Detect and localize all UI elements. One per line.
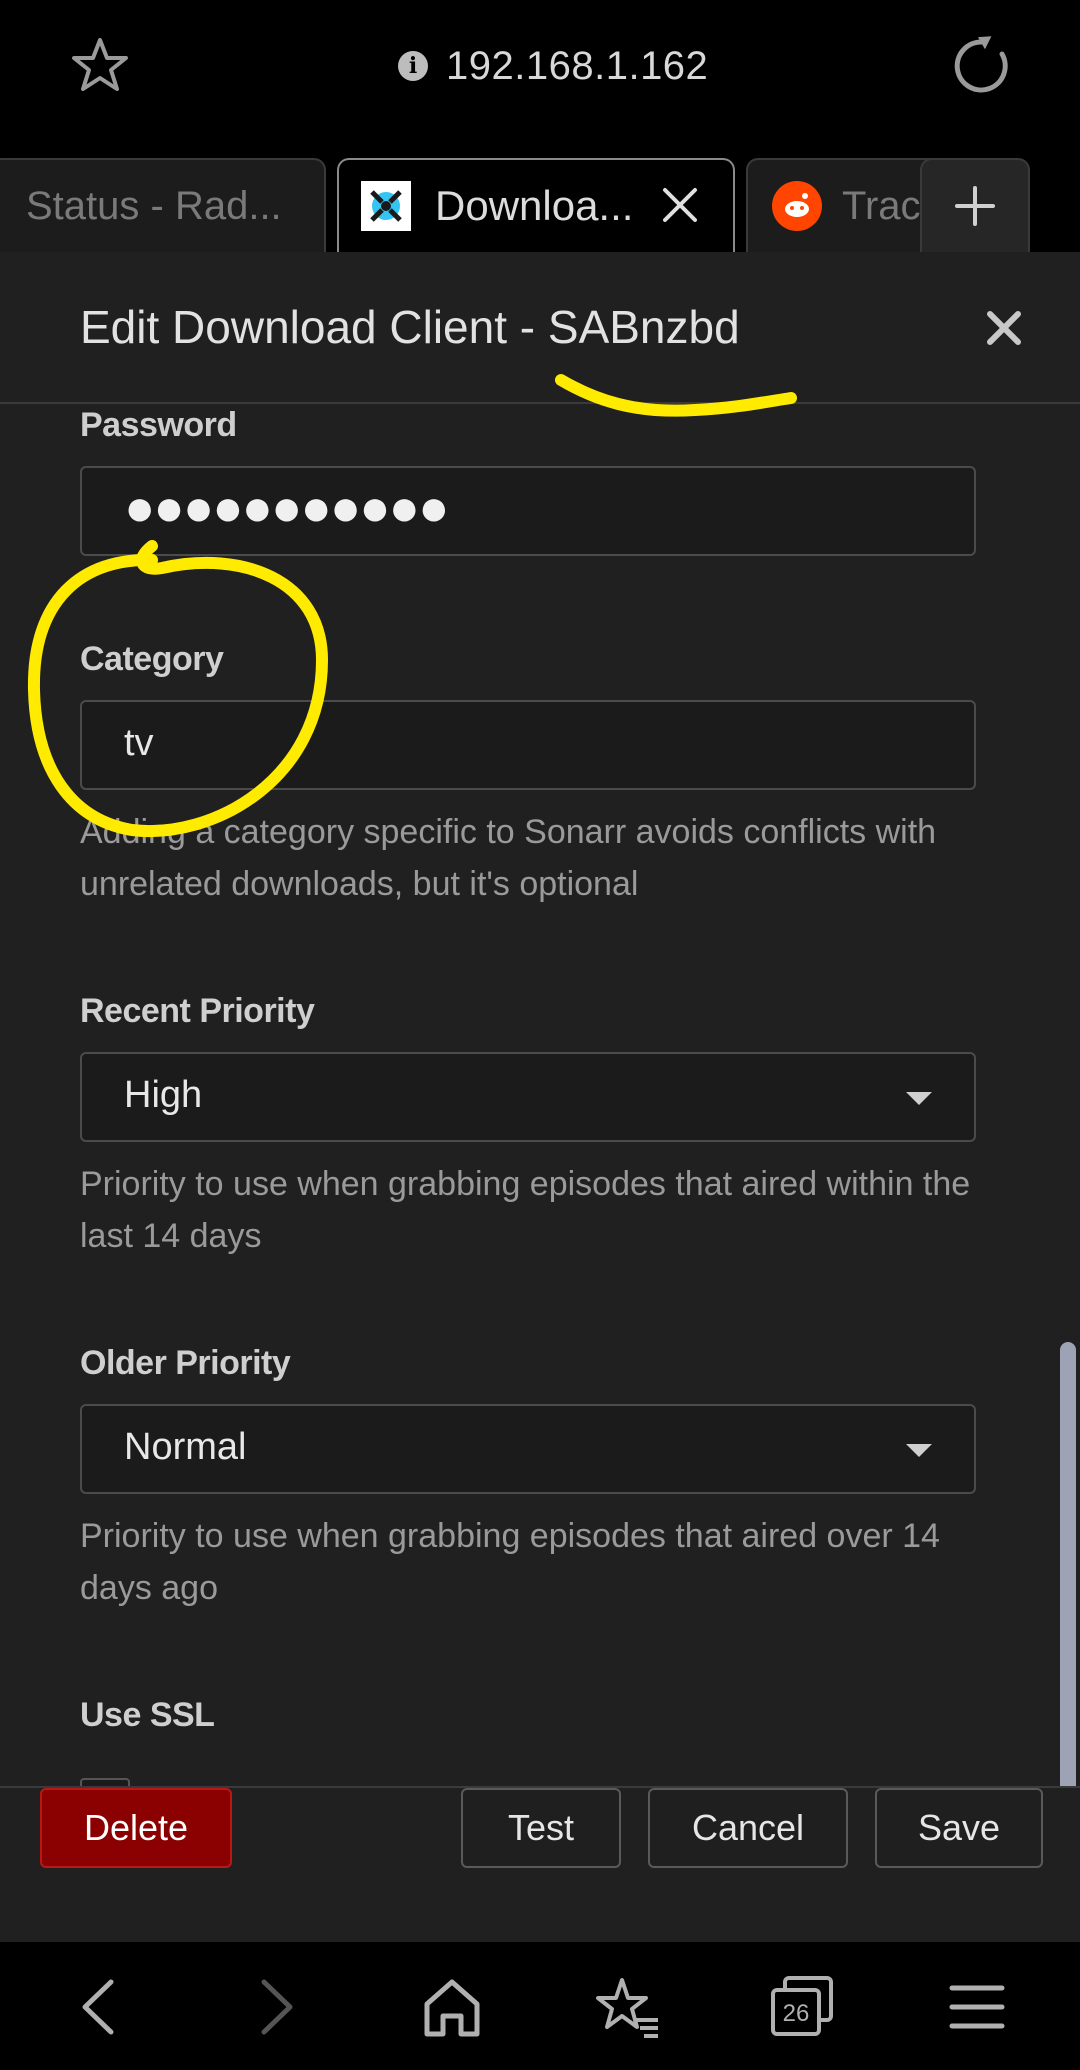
sonarr-favicon-icon	[361, 181, 411, 231]
plus-icon	[955, 186, 995, 226]
tab-count: 26	[782, 2000, 810, 2027]
save-button[interactable]: Save	[875, 1788, 1043, 1868]
delete-button[interactable]: Delete	[40, 1788, 232, 1868]
bookmark-star-icon[interactable]	[70, 36, 130, 96]
new-tab-button[interactable]	[920, 158, 1030, 252]
tabs-icon[interactable]: 26	[767, 1972, 837, 2042]
home-icon[interactable]	[417, 1972, 487, 2042]
url-text: 192.168.1.162	[446, 43, 709, 88]
older-priority-value: Normal	[124, 1426, 247, 1468]
reddit-favicon-icon	[772, 181, 822, 231]
close-tab-icon[interactable]	[659, 184, 701, 226]
recent-priority-select[interactable]: High	[80, 1052, 976, 1142]
modal-title: Edit Download Client - SABnzbd	[80, 301, 740, 353]
tab-label: Downloa...	[435, 182, 634, 229]
recent-priority-help-text: Priority to use when grabbing episodes t…	[80, 1165, 971, 1255]
use-ssl-label: Use SSL	[80, 1696, 215, 1734]
older-priority-help-text: Priority to use when grabbing episodes t…	[80, 1517, 940, 1607]
tab-label: Status - Rad...	[26, 183, 282, 228]
bottom-navigation-bar: 26	[0, 1942, 1080, 2070]
close-modal-icon[interactable]	[984, 308, 1024, 348]
recent-priority-value: High	[124, 1074, 203, 1116]
reload-icon[interactable]	[950, 34, 1014, 98]
test-button[interactable]: Test	[461, 1788, 621, 1868]
address-bar: i 192.168.1.162	[0, 0, 1080, 140]
chevron-down-icon	[906, 1092, 932, 1105]
older-priority-label: Older Priority	[80, 1344, 291, 1382]
recent-priority-label: Recent Priority	[80, 992, 315, 1030]
use-ssl-checkbox[interactable]	[80, 1778, 130, 1786]
modal-body[interactable]: Password ●●●●●●●●●●● Category tv Adding …	[0, 406, 1080, 1786]
yellow-circle-annotation	[27, 540, 329, 837]
menu-icon[interactable]	[942, 1972, 1012, 2042]
chevron-down-icon	[906, 1444, 932, 1457]
older-priority-select[interactable]: Normal	[80, 1404, 976, 1494]
forward-arrow-icon[interactable]	[240, 1972, 310, 2042]
cancel-button[interactable]: Cancel	[648, 1788, 848, 1868]
tab-download-clients[interactable]: Downloa...	[337, 158, 735, 252]
edit-download-client-modal: Edit Download Client - SABnzbd Password …	[0, 252, 1080, 1942]
modal-footer: Delete Test Cancel Save	[0, 1786, 1080, 1942]
tab-status-radarr[interactable]: Status - Rad...	[0, 158, 326, 252]
scrollbar-thumb[interactable]	[1060, 1342, 1076, 1786]
password-value: ●●●●●●●●●●●	[124, 479, 449, 537]
bookmarks-icon[interactable]	[592, 1972, 662, 2042]
tab-label: Trac	[842, 183, 921, 228]
info-icon[interactable]: i	[398, 51, 428, 81]
url-field[interactable]: i 192.168.1.162	[398, 36, 708, 96]
password-label: Password	[80, 406, 237, 444]
tab-strip: Status - Rad... Downloa... Trac	[0, 140, 1080, 252]
back-arrow-icon[interactable]	[65, 1972, 135, 2042]
modal-header: Edit Download Client - SABnzbd	[0, 252, 1080, 417]
